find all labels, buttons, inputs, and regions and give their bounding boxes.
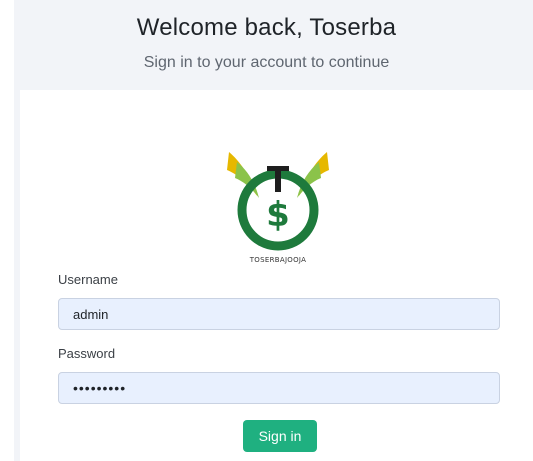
logo-wordmark: TOSERBAJOOJA [249, 256, 307, 264]
logo-dollar-symbol: $ [266, 195, 290, 235]
password-label: Password [58, 346, 116, 361]
username-label: Username [58, 272, 118, 287]
username-input[interactable] [58, 298, 500, 330]
login-page: Welcome back, Toserba Sign in to your ac… [0, 0, 533, 461]
password-input[interactable] [58, 372, 500, 404]
logo-t-stem [275, 166, 281, 192]
sign-in-button[interactable]: Sign in [243, 420, 317, 452]
page-title: Welcome back, Toserba [136, 14, 397, 41]
side-strip [14, 90, 20, 461]
page-subtitle: Sign in to your account to continue [143, 54, 390, 71]
toserba-logo-icon: $ TOSERBAJOOJA [227, 152, 329, 264]
